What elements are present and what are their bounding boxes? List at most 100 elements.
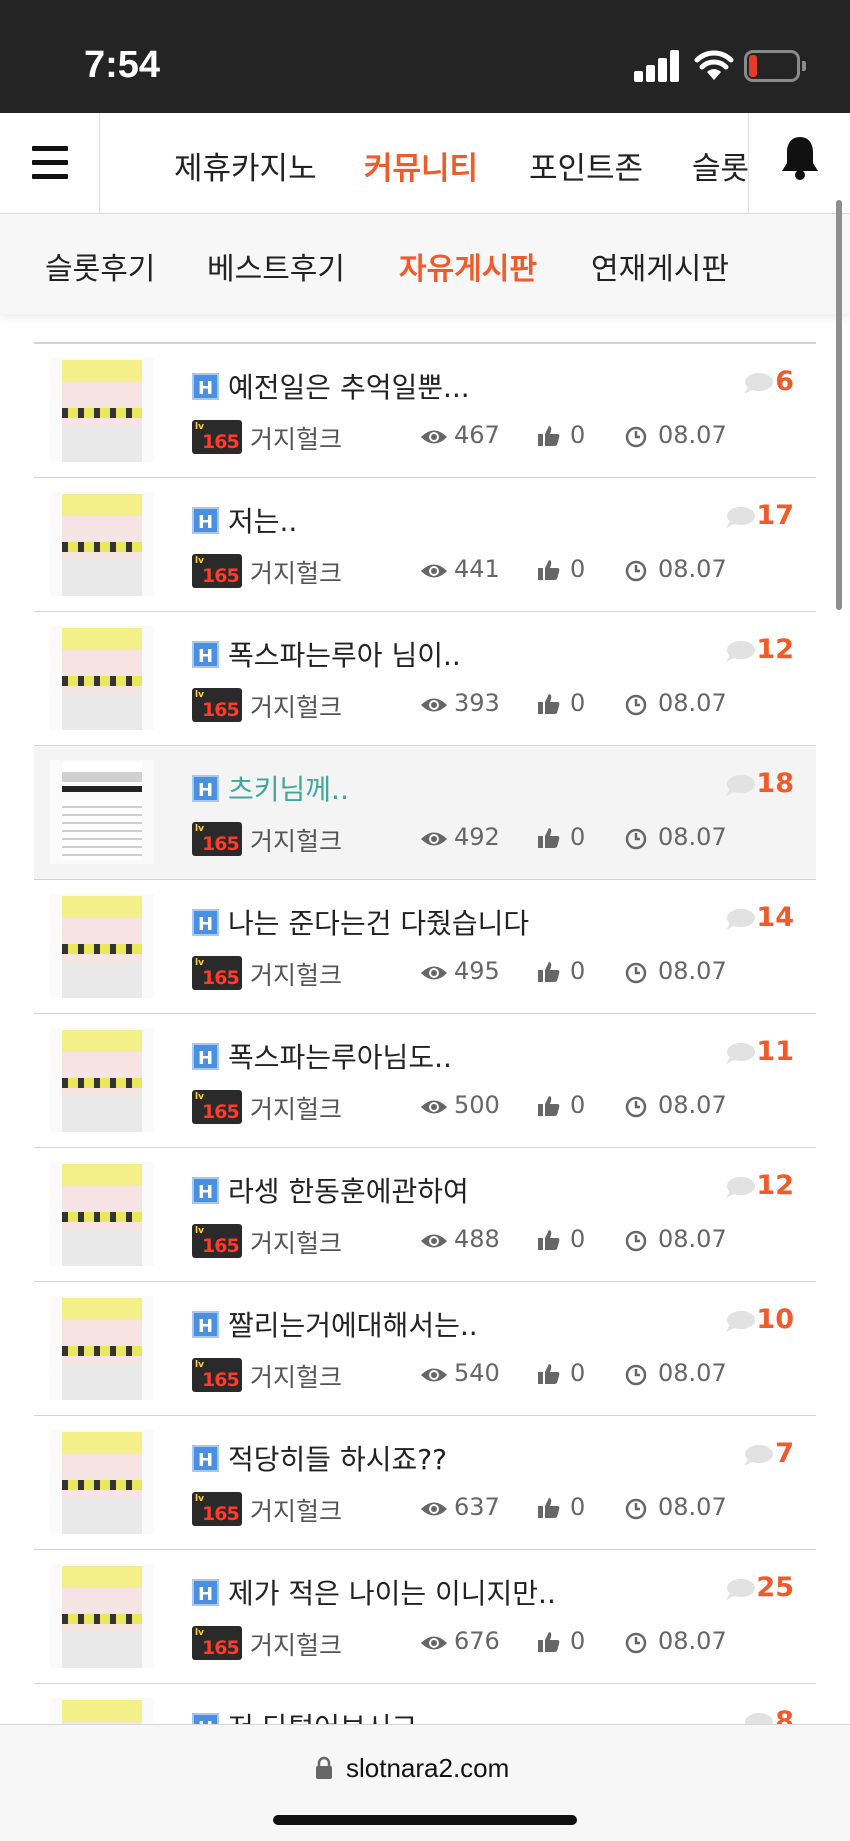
notification-button[interactable] bbox=[748, 113, 850, 213]
lock-icon bbox=[316, 1756, 332, 1779]
post-row[interactable]: H 폭스파는루아님도.. 11 lv 165 거지헐크 500 0 08.07 bbox=[34, 1014, 816, 1148]
post-row[interactable]: H 예전일은 추억일뿐... 6 lv 165 거지헐크 467 0 08.07 bbox=[34, 344, 816, 478]
level-number: 165 bbox=[202, 833, 240, 855]
page-url[interactable]: slotnara2.com bbox=[346, 1753, 509, 1784]
comment-count: 12 bbox=[756, 1170, 794, 1201]
post-author[interactable]: 거지헐크 bbox=[250, 688, 342, 724]
sub-tab-free-board[interactable]: 자유게시판 bbox=[399, 244, 537, 288]
clock-icon bbox=[625, 1364, 647, 1386]
eye-icon bbox=[421, 1368, 447, 1382]
hot-badge-icon: H bbox=[192, 1177, 219, 1204]
post-author[interactable]: 거지헐크 bbox=[250, 1358, 342, 1394]
nav-item-partner-casino[interactable]: 제휴카지노 bbox=[174, 143, 317, 188]
sub-tab-slot-reviews[interactable]: 슬롯후기 bbox=[45, 244, 155, 288]
post-row[interactable]: H 폭스파는루아 님이.. 12 lv 165 거지헐크 393 0 08.07 bbox=[34, 612, 816, 746]
post-thumbnail[interactable] bbox=[50, 760, 154, 864]
post-author[interactable]: 거지헐크 bbox=[250, 420, 342, 456]
home-indicator[interactable] bbox=[273, 1815, 577, 1825]
post-meta: lv 165 거지헐크 467 0 08.07 bbox=[192, 420, 792, 456]
nav-item-community[interactable]: 커뮤니티 bbox=[364, 143, 478, 188]
hot-badge-icon: H bbox=[192, 641, 219, 668]
post-row[interactable]: H 적당히들 하시죠?? 7 lv 165 거지헐크 637 0 08.07 bbox=[34, 1416, 816, 1550]
like-count: 0 bbox=[570, 1225, 586, 1253]
sub-tab-serial-board[interactable]: 연재게시판 bbox=[591, 244, 729, 288]
post-title[interactable]: 라셍 한동훈에관하여 bbox=[228, 1170, 469, 1210]
clock-icon bbox=[625, 426, 647, 448]
nav-item-point-zone[interactable]: 포인트존 bbox=[529, 143, 643, 188]
post-author[interactable]: 거지헐크 bbox=[250, 1090, 342, 1126]
level-badge: lv 165 bbox=[192, 1090, 242, 1124]
post-row[interactable]: H 나는 준다는건 다줬습니다 14 lv 165 거지헐크 495 0 08.… bbox=[34, 880, 816, 1014]
post-meta: lv 165 거지헐크 393 0 08.07 bbox=[192, 688, 792, 724]
like-count: 0 bbox=[570, 1091, 586, 1119]
level-badge: lv 165 bbox=[192, 822, 242, 856]
post-thumbnail[interactable] bbox=[50, 358, 154, 462]
hot-badge-icon: H bbox=[192, 1445, 219, 1472]
thumbs-up-icon bbox=[538, 1364, 560, 1384]
comment-count: 14 bbox=[756, 902, 794, 933]
level-number: 165 bbox=[202, 1503, 240, 1525]
post-title[interactable]: 저는.. bbox=[228, 500, 297, 540]
top-nav: 제휴카지노 커뮤니티 포인트존 슬롯 bbox=[0, 113, 850, 214]
post-thumbnail[interactable] bbox=[50, 1564, 154, 1668]
post-title[interactable]: 적당히들 하시죠?? bbox=[228, 1438, 447, 1478]
post-title[interactable]: 나는 준다는건 다줬습니다 bbox=[228, 902, 529, 942]
post-title[interactable]: 제가 적은 나이는 이니지만.. bbox=[228, 1572, 556, 1612]
post-thumbnail[interactable] bbox=[50, 626, 154, 730]
post-thumbnail[interactable] bbox=[50, 1028, 154, 1132]
level-number: 165 bbox=[202, 1369, 240, 1391]
eye-icon bbox=[421, 1636, 447, 1650]
scrollbar[interactable] bbox=[836, 200, 842, 610]
level-badge: lv 165 bbox=[192, 554, 242, 588]
top-nav-items: 제휴카지노 커뮤니티 포인트존 슬롯 bbox=[100, 113, 750, 213]
post-meta: lv 165 거지헐크 637 0 08.07 bbox=[192, 1492, 792, 1528]
view-count: 500 bbox=[454, 1091, 500, 1119]
hamburger-menu-button[interactable] bbox=[0, 113, 100, 213]
level-number: 165 bbox=[202, 967, 240, 989]
post-row[interactable]: H 제가 적은 나이는 이니지만.. 25 lv 165 거지헐크 676 0 bbox=[34, 1550, 816, 1684]
post-thumbnail[interactable] bbox=[50, 492, 154, 596]
clock-icon bbox=[625, 1632, 647, 1654]
thumbs-up-icon bbox=[538, 1096, 560, 1116]
comment-count: 17 bbox=[756, 500, 794, 531]
post-meta: lv 165 거지헐크 500 0 08.07 bbox=[192, 1090, 792, 1126]
eye-icon bbox=[421, 698, 447, 712]
post-thumbnail[interactable] bbox=[50, 894, 154, 998]
post-thumbnail[interactable] bbox=[50, 1162, 154, 1266]
post-date: 08.07 bbox=[658, 957, 727, 985]
post-thumbnail[interactable] bbox=[50, 1430, 154, 1534]
post-row[interactable]: H 츠키님께.. 18 lv 165 거지헐크 492 0 08.07 bbox=[34, 746, 816, 880]
browser-address-bar[interactable]: slotnara2.com bbox=[0, 1724, 850, 1841]
clock-icon bbox=[625, 1498, 647, 1520]
nav-item-slot[interactable]: 슬롯 bbox=[692, 143, 749, 188]
post-author[interactable]: 거지헐크 bbox=[250, 1626, 342, 1662]
comment-count: 10 bbox=[756, 1304, 794, 1335]
level-badge: lv 165 bbox=[192, 956, 242, 990]
post-author[interactable]: 거지헐크 bbox=[250, 956, 342, 992]
post-title[interactable]: 폭스파는루아님도.. bbox=[228, 1036, 452, 1076]
post-meta: lv 165 거지헐크 495 0 08.07 bbox=[192, 956, 792, 992]
post-row[interactable]: H 저는.. 17 lv 165 거지헐크 441 0 08.07 bbox=[34, 478, 816, 612]
level-badge: lv 165 bbox=[192, 688, 242, 722]
post-row[interactable]: H 라셍 한동훈에관하여 12 lv 165 거지헐크 488 0 08.07 bbox=[34, 1148, 816, 1282]
post-thumbnail[interactable] bbox=[50, 1296, 154, 1400]
level-number: 165 bbox=[202, 1101, 240, 1123]
sub-tab-best-reviews[interactable]: 베스트후기 bbox=[207, 244, 345, 288]
clock-icon bbox=[625, 1096, 647, 1118]
comment-icon bbox=[726, 507, 755, 528]
eye-icon bbox=[421, 564, 447, 578]
post-author[interactable]: 거지헐크 bbox=[250, 1492, 342, 1528]
post-author[interactable]: 거지헐크 bbox=[250, 554, 342, 590]
status-time: 7:54 bbox=[84, 44, 161, 86]
post-author[interactable]: 거지헐크 bbox=[250, 822, 342, 858]
post-title[interactable]: 폭스파는루아 님이.. bbox=[228, 634, 461, 674]
post-row[interactable]: H 짤리는거에대해서는.. 10 lv 165 거지헐크 540 0 08.07 bbox=[34, 1282, 816, 1416]
view-count: 393 bbox=[454, 689, 500, 717]
eye-icon bbox=[421, 430, 447, 444]
post-title[interactable]: 짤리는거에대해서는.. bbox=[228, 1304, 478, 1344]
post-meta: lv 165 거지헐크 492 0 08.07 bbox=[192, 822, 792, 858]
comment-icon bbox=[726, 1579, 755, 1600]
post-title[interactable]: 츠키님께.. bbox=[228, 768, 349, 808]
post-author[interactable]: 거지헐크 bbox=[250, 1224, 342, 1260]
post-title[interactable]: 예전일은 추억일뿐... bbox=[228, 366, 470, 406]
